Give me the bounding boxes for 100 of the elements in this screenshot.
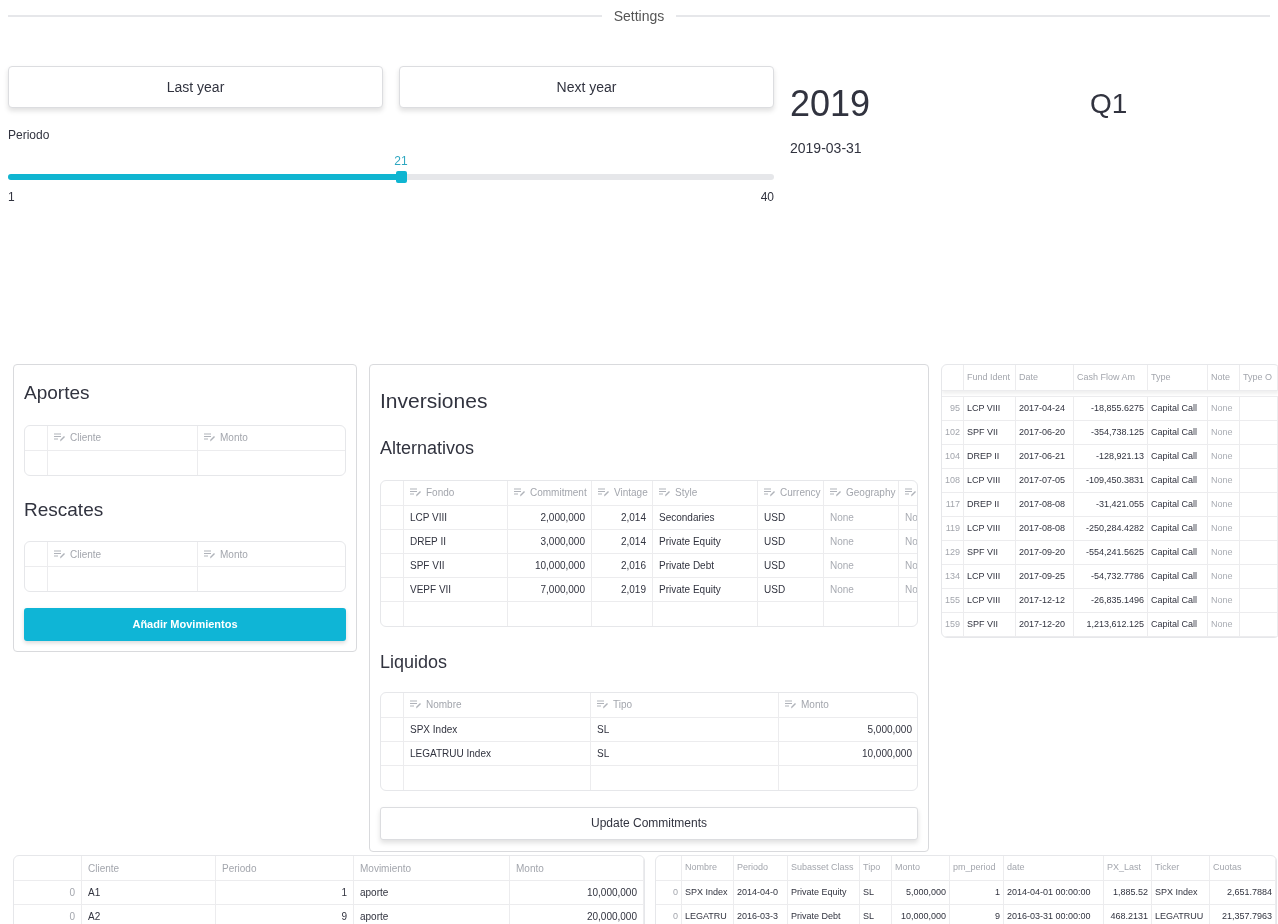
column-header[interactable]: Periodo [737, 861, 769, 875]
table-cell-text: VEPF VII [410, 582, 452, 597]
column-header[interactable]: Monto [895, 861, 920, 875]
column-header[interactable]: Cuotas [1213, 861, 1242, 875]
row-index: 95 [950, 401, 960, 415]
edit-icon [785, 700, 796, 709]
table-cell-text: 3,000,000 [540, 534, 585, 549]
section-heading: Rescates [24, 497, 104, 522]
column-header[interactable]: Movimiento [360, 860, 412, 876]
table-cell-text: No [905, 582, 917, 597]
table-cell-text: 2017-09-25 [1019, 569, 1066, 583]
table-cell-text: None [1211, 401, 1233, 415]
update-commitments-button[interactable]: Update Commitments [380, 806, 918, 840]
table-cell-text: -354,738.125 [1090, 425, 1144, 439]
column-header[interactable]: Type [1151, 370, 1171, 385]
table-cell-text: 2017-06-21 [1019, 449, 1066, 463]
table-cell-text: DREP II [967, 497, 1000, 511]
column-header[interactable]: Cliente [88, 860, 120, 876]
table-cell-text: Private Debt [659, 558, 715, 573]
table-cell-text: No [905, 510, 917, 525]
column-header[interactable]: Cliente [70, 430, 102, 445]
year-button[interactable]: Last year [8, 66, 383, 108]
table-cell-text: SPX Index [1155, 885, 1198, 899]
column-header[interactable]: Date [1019, 370, 1038, 385]
table-cell-text: 1,885.52 [1112, 885, 1148, 899]
table-cell-text: 10,000,000 [861, 746, 912, 761]
table-cell-text: SPX Index [685, 885, 728, 899]
column-header[interactable]: Note [1211, 370, 1230, 385]
column-header[interactable]: pm_period [953, 861, 996, 875]
table-cell-text: None [1211, 569, 1233, 583]
column-header[interactable]: Currency [780, 485, 821, 500]
edit-icon [410, 488, 421, 497]
table-cell-text: USD [764, 510, 786, 525]
row-index: 117 [945, 497, 960, 511]
table-cell-text: Capital Call [1151, 449, 1198, 463]
table-cell-text: 2017-09-20 [1019, 545, 1066, 559]
table-cell-text: 2014-04-01 00:00:00 [1007, 885, 1091, 899]
column-header[interactable]: Tipo [613, 697, 633, 712]
table-cell-text: 9 [995, 909, 1000, 923]
table-cell-text: No [905, 558, 917, 573]
table-cell-text: -109,450.3831 [1085, 473, 1144, 487]
table-cell-text: None [1211, 473, 1233, 487]
table-cell-text: None [1211, 617, 1233, 631]
table-cell-text: Capital Call [1151, 569, 1198, 583]
table-cell-text: SL [597, 722, 610, 737]
column-header[interactable]: PX_Last [1107, 861, 1142, 875]
table-cell-text: 20,000,000 [586, 910, 637, 924]
table-cell-text: Private Equity [791, 885, 847, 899]
column-header[interactable]: Monto [801, 697, 829, 712]
column-header[interactable]: Cliente [70, 546, 102, 562]
row-index: 155 [944, 593, 960, 607]
table-cell-text: SPF VII [410, 558, 445, 573]
year-button[interactable]: Next year [399, 66, 774, 108]
table-cell-text: aporte [360, 910, 389, 924]
table-cell-text: USD [764, 534, 786, 549]
table-cell-text: -250,284.4282 [1085, 521, 1144, 535]
add-movements-button[interactable]: Añadir Movimientos [24, 608, 346, 641]
table-cell-text: Secondaries [659, 510, 715, 525]
table-cell-text: Capital Call [1151, 521, 1198, 535]
row-index: 108 [944, 473, 960, 487]
table-cell-text: 10,000,000 [586, 886, 637, 900]
column-header[interactable]: Ticker [1155, 861, 1180, 875]
table-cell-text: 2017-06-20 [1019, 425, 1066, 439]
table-cell-text: -128,921.13 [1095, 449, 1144, 463]
table-cell-text: LCP VIII [967, 521, 1001, 535]
table-cell-text: -554,241.5625 [1085, 545, 1144, 559]
column-header[interactable]: Monto [220, 546, 248, 562]
column-header[interactable]: Style [675, 485, 698, 500]
table-cell-text: 2016-03-31 00:00:00 [1007, 909, 1091, 923]
column-header[interactable]: Subasset Class [791, 861, 854, 875]
column-header[interactable]: date [1007, 861, 1025, 875]
table-cell-text: 2016-03-3 [737, 909, 779, 923]
column-header[interactable]: Commitment [530, 485, 587, 500]
column-header[interactable]: Fund Ident [967, 370, 1011, 385]
table-cell-text: SL [863, 885, 874, 899]
column-header[interactable]: Type O [1243, 370, 1272, 385]
table-cell-text: Capital Call [1151, 617, 1198, 631]
table-cell-text: None [1211, 545, 1233, 559]
table-cell-text: -31,421.055 [1095, 497, 1144, 511]
table-cell-text: 5,000,000 [905, 885, 946, 899]
column-header[interactable]: Tipo [863, 861, 881, 875]
section-heading: Alternativos [380, 436, 475, 460]
column-header[interactable]: Geography [846, 485, 896, 500]
column-header[interactable]: Cash Flow Am [1077, 370, 1136, 385]
table-cell-text: 10,000,000 [534, 558, 585, 573]
section-heading: Aportes [24, 381, 90, 405]
edit-icon [830, 488, 841, 497]
column-header[interactable]: Vintage [614, 485, 648, 500]
column-header[interactable]: Nombre [685, 861, 717, 875]
edit-icon [597, 700, 608, 709]
column-header[interactable]: Monto [516, 860, 544, 876]
column-header[interactable]: Periodo [222, 860, 257, 876]
column-header[interactable]: Monto [220, 430, 248, 445]
table-cell-text: None [830, 534, 854, 549]
table-cell-text: 10,000,000 [900, 909, 946, 923]
slider-thumb[interactable] [395, 171, 407, 183]
column-header[interactable]: Nombre [426, 697, 462, 712]
table-cell-text: 1 [995, 885, 1000, 899]
column-header[interactable]: Fondo [426, 485, 455, 500]
row-index: 134 [944, 569, 960, 583]
